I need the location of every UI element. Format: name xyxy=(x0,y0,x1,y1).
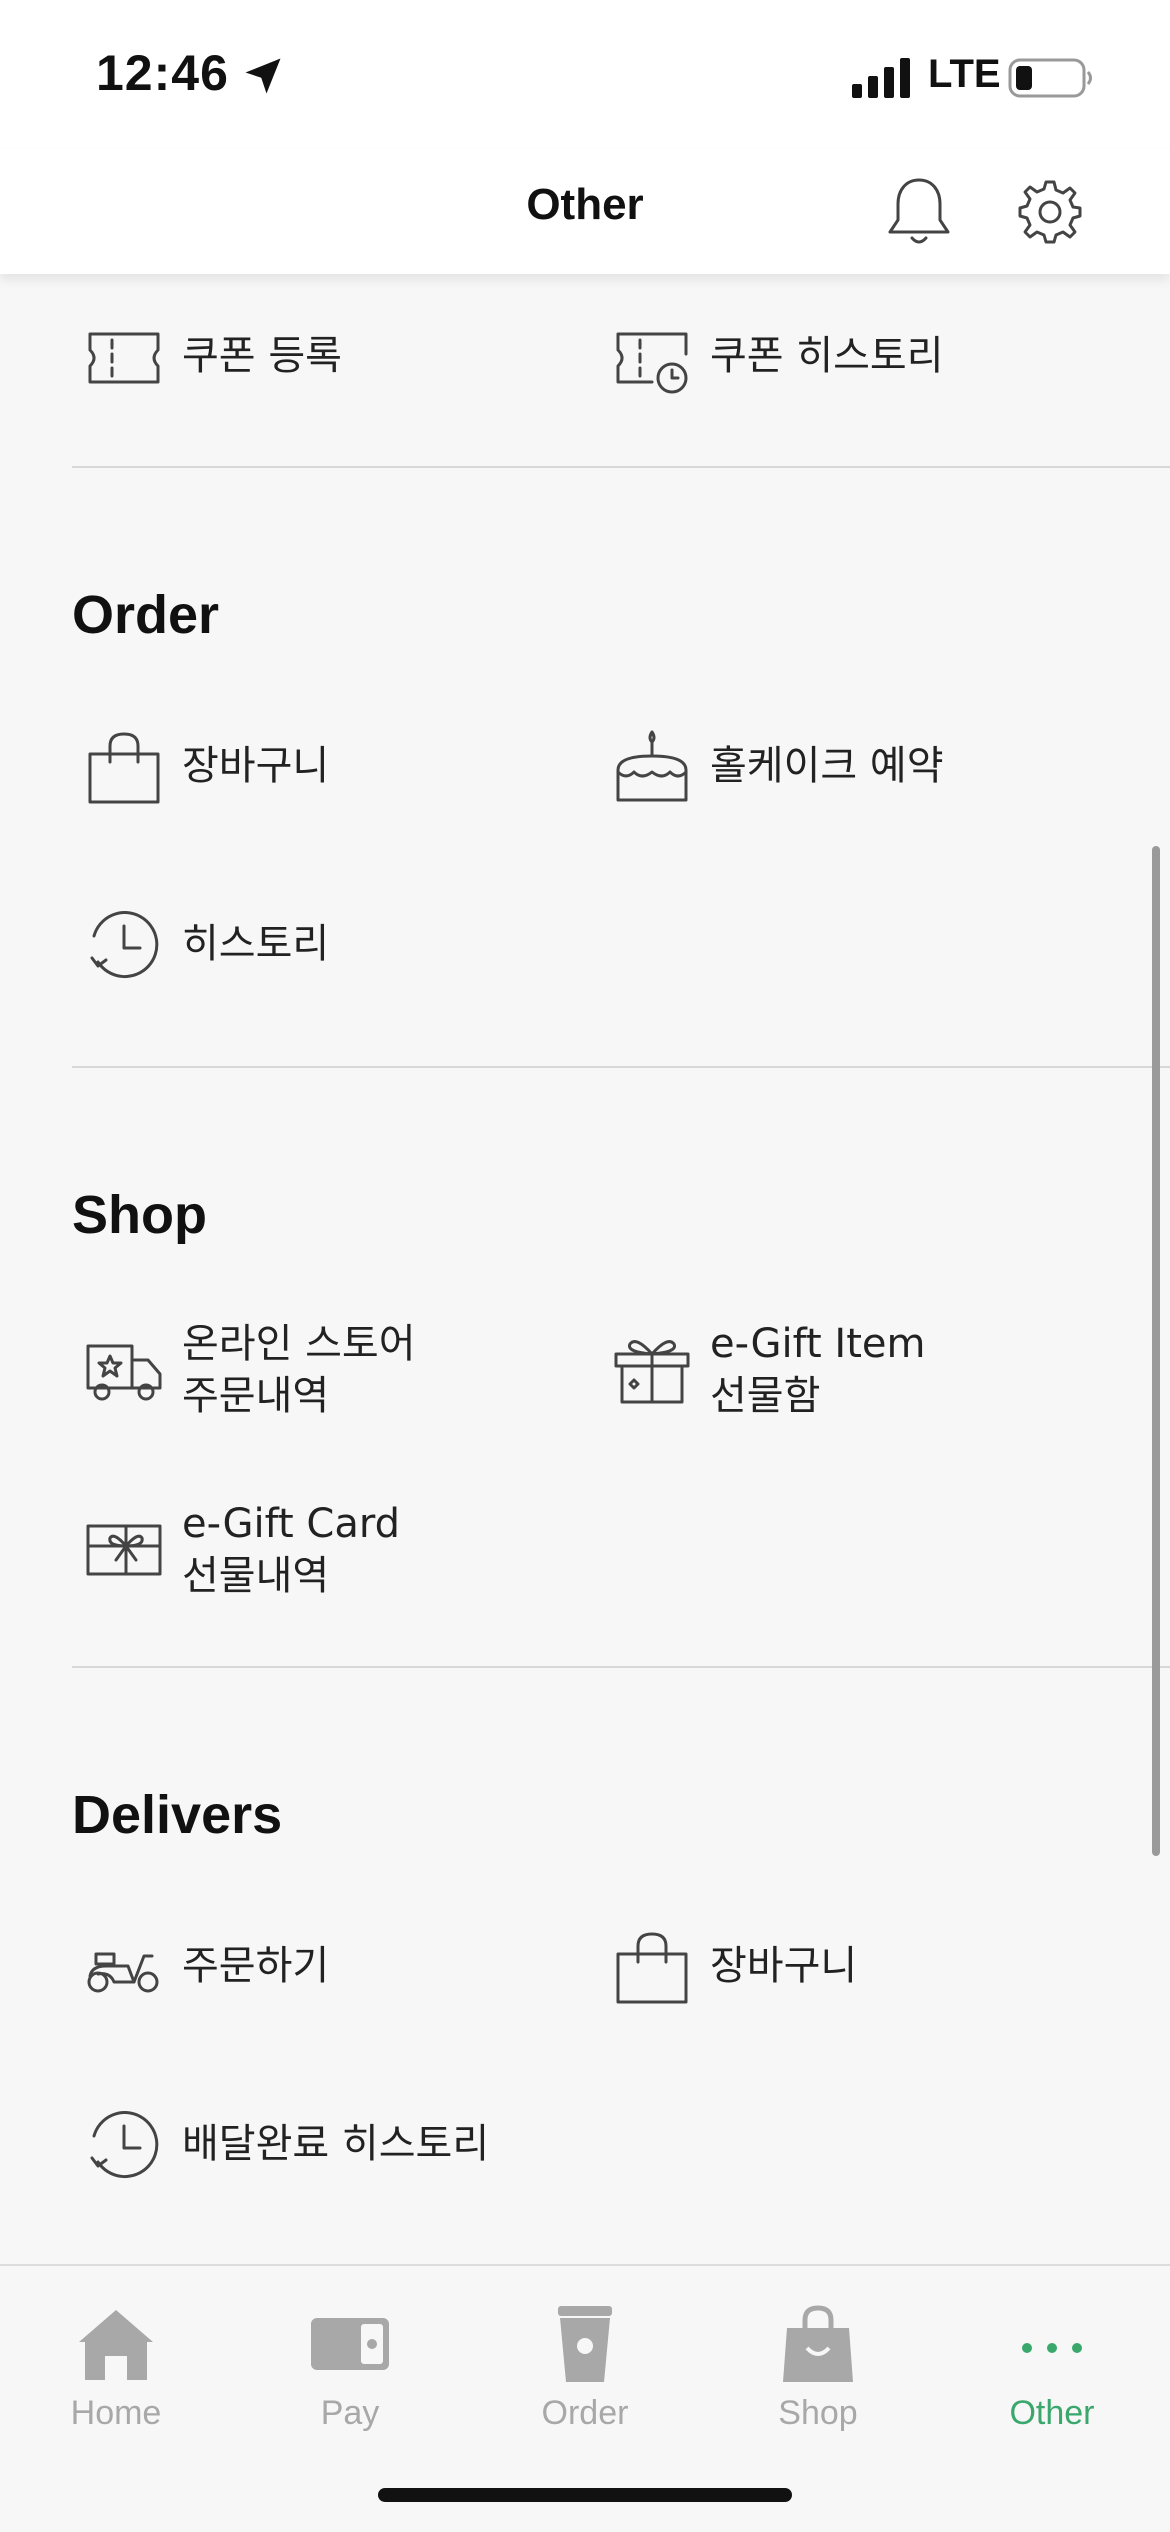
status-time: 12:46 xyxy=(96,45,229,101)
tab-label: Shop xyxy=(778,2394,858,2432)
menu-item-coupon-register[interactable]: 쿠폰 등록 xyxy=(84,318,564,428)
divider xyxy=(72,466,1170,468)
tab-label: Home xyxy=(70,2394,162,2432)
menu-item-cart[interactable]: 장바구니 xyxy=(84,728,564,838)
gear-icon[interactable] xyxy=(1014,176,1086,248)
shopping-bag-icon xyxy=(616,1932,688,2004)
cup-icon xyxy=(558,2306,612,2382)
nav-header: Other xyxy=(0,150,1170,274)
tab-home[interactable]: Home xyxy=(36,2304,196,2444)
page-title: Other xyxy=(526,180,644,229)
delivery-truck-icon xyxy=(86,1344,162,1401)
network-label: LTE xyxy=(928,52,1001,96)
card-icon xyxy=(311,2318,389,2370)
menu-item-label: 주문하기 xyxy=(182,1943,330,1989)
tab-label: Other xyxy=(1009,2394,1095,2432)
scrollbar[interactable] xyxy=(1152,846,1160,1856)
menu-item-cake-reservation[interactable]: 홀케이크 예약 xyxy=(612,728,1092,838)
gift-card-icon xyxy=(86,1524,162,1576)
home-icon xyxy=(79,2310,153,2380)
menu-item-label: 쿠폰 등록 xyxy=(182,333,342,379)
bell-icon[interactable] xyxy=(884,174,954,248)
menu-item-label: 쿠폰 히스토리 xyxy=(710,333,944,379)
tab-other[interactable]: Other xyxy=(972,2304,1132,2444)
coupon-history-icon xyxy=(616,332,688,394)
bag-icon xyxy=(783,2305,853,2382)
menu-item-label: e-Gift Item 선물함 xyxy=(710,1321,926,1419)
signal-icon xyxy=(852,58,910,98)
tab-pay[interactable]: Pay xyxy=(270,2304,430,2444)
status-bar: 12:46 LTE xyxy=(0,0,1170,150)
history-icon xyxy=(90,2111,159,2179)
menu-item-label: 배달완료 히스토리 xyxy=(182,2121,490,2167)
section-title-delivers: Delivers xyxy=(72,1785,283,1845)
menu-item-online-store-orders[interactable]: 온라인 스토어 주문내역 xyxy=(84,1321,564,1440)
menu-item-egift-item[interactable]: e-Gift Item 선물함 xyxy=(612,1321,1092,1440)
history-icon xyxy=(90,911,159,979)
menu-item-label: 히스토리 xyxy=(182,921,330,967)
other-screen: 12:46 LTE Other 쿠폰 등록 쿠폰 히스토리 Order 장바구니… xyxy=(0,0,1170,2532)
tab-label: Pay xyxy=(320,2394,380,2432)
menu-item-label: 장바구니 xyxy=(710,1943,858,1989)
battery-icon xyxy=(1008,58,1092,98)
menu-item-delivery-history[interactable]: 배달완료 히스토리 xyxy=(84,2106,564,2216)
menu-item-delivery-cart[interactable]: 장바구니 xyxy=(612,1928,1092,2038)
menu-item-egift-card[interactable]: e-Gift Card 선물내역 xyxy=(84,1501,564,1620)
coupon-icon xyxy=(88,332,160,384)
menu-item-label: 장바구니 xyxy=(182,743,330,789)
menu-item-coupon-history[interactable]: 쿠폰 히스토리 xyxy=(612,318,1092,428)
menu-item-label: 홀케이크 예약 xyxy=(710,743,944,789)
scooter-icon xyxy=(87,1952,159,1993)
menu-item-delivery-order[interactable]: 주문하기 xyxy=(84,1928,564,2038)
tab-order[interactable]: Order xyxy=(505,2304,665,2444)
menu-item-label: e-Gift Card 선물내역 xyxy=(182,1501,400,1599)
divider xyxy=(72,1666,1170,1668)
cake-icon xyxy=(616,730,688,802)
shopping-bag-icon xyxy=(88,732,160,804)
section-title-shop: Shop xyxy=(72,1185,207,1245)
section-title-order: Order xyxy=(72,585,220,645)
gift-box-icon xyxy=(614,1340,690,1404)
home-indicator xyxy=(378,2488,792,2502)
tab-shop[interactable]: Shop xyxy=(738,2304,898,2444)
menu-item-label: 온라인 스토어 주문내역 xyxy=(182,1321,416,1419)
more-dots-icon xyxy=(1022,2343,1082,2353)
menu-item-order-history[interactable]: 히스토리 xyxy=(84,906,564,1016)
tab-label: Order xyxy=(541,2394,629,2432)
divider xyxy=(72,1066,1170,1068)
location-arrow-icon xyxy=(245,58,281,94)
